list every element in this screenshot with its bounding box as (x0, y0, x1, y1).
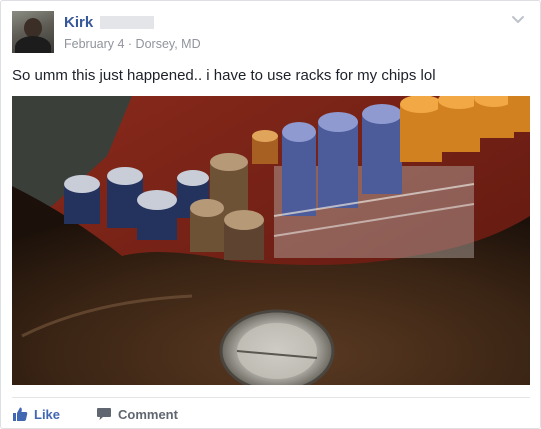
author-name[interactable]: Kirk (64, 14, 93, 31)
poker-chips-image (12, 96, 530, 385)
like-button[interactable]: Like (12, 406, 60, 422)
speech-bubble-icon (97, 408, 111, 420)
post-actions: Like Comment (12, 397, 530, 426)
chevron-down-icon[interactable] (510, 11, 526, 27)
thumbs-up-icon (13, 407, 28, 421)
post-card: Kirk February 4 · Dorsey, MD So umm this… (0, 0, 541, 429)
avatar-shoulders (15, 36, 51, 53)
like-label: Like (34, 406, 61, 422)
post-meta: February 4 · Dorsey, MD (64, 37, 201, 51)
post-header: Kirk February 4 · Dorsey, MD (12, 11, 532, 55)
post-text: So umm this just happened.. i have to us… (12, 67, 436, 84)
avatar-head (24, 18, 42, 38)
comment-button[interactable]: Comment (96, 406, 178, 422)
comment-label: Comment (118, 406, 178, 422)
post-photo[interactable] (12, 96, 530, 385)
redacted-last-name (100, 16, 154, 29)
avatar[interactable] (12, 11, 54, 53)
